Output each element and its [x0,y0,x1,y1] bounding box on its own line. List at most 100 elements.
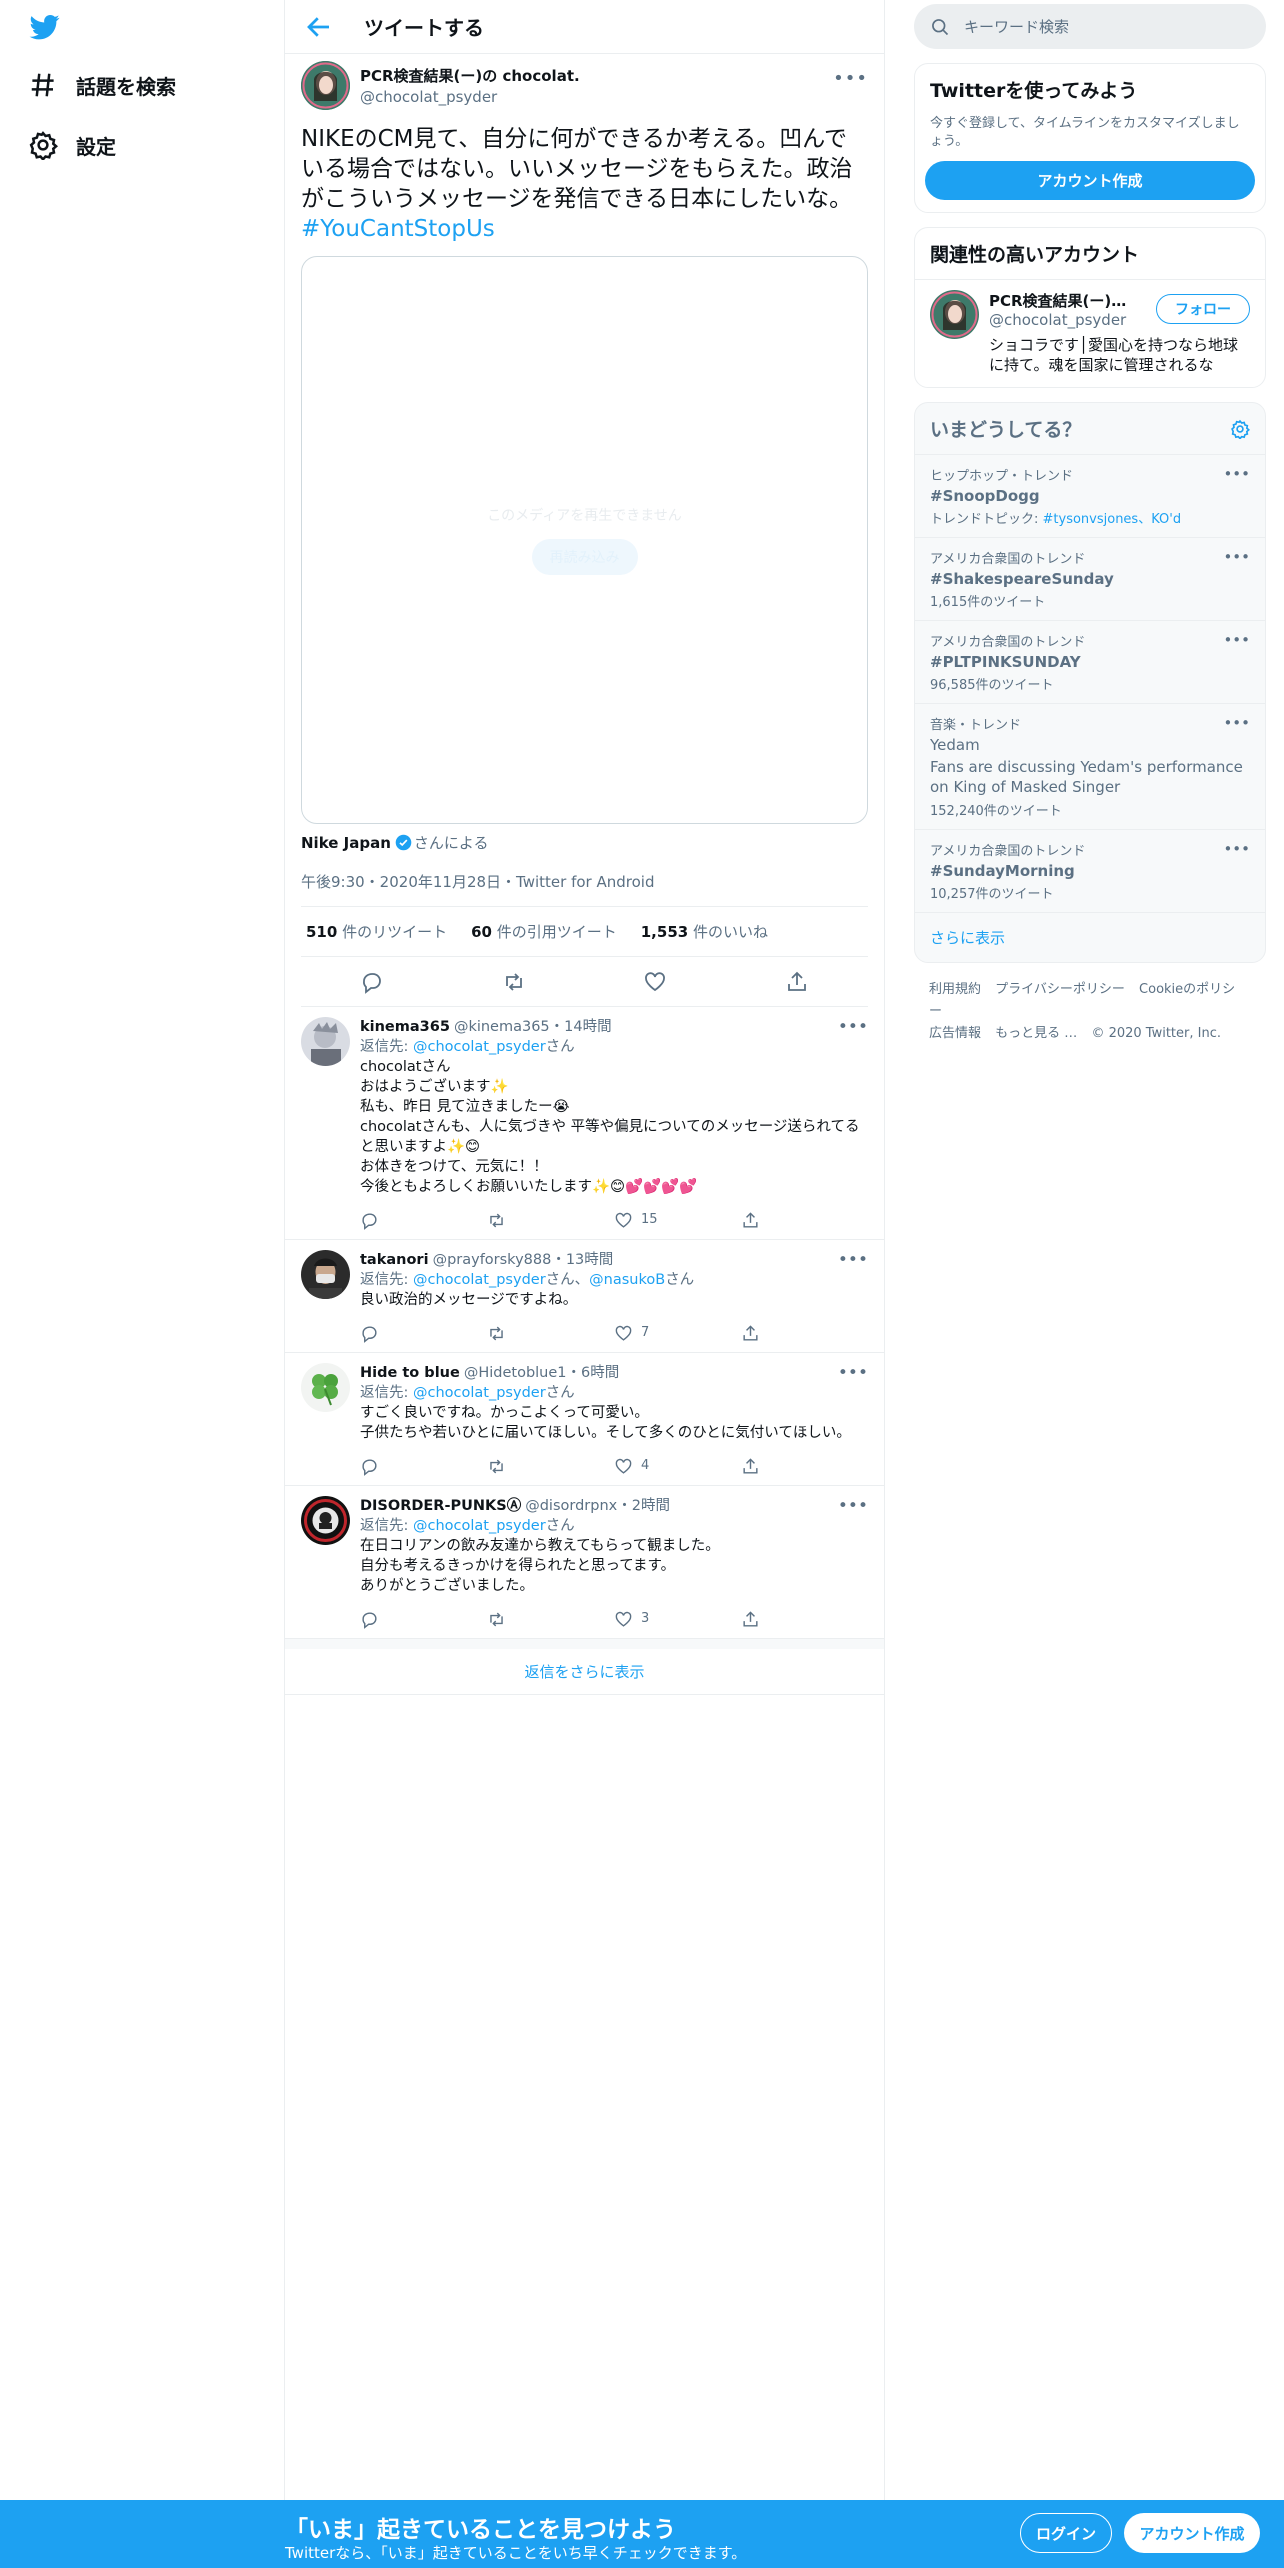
more-options-icon[interactable]: ••• [838,1017,868,1037]
footer-link-terms[interactable]: 利用規約 [929,982,981,997]
more-options-icon[interactable]: ••• [838,1363,868,1383]
media-container[interactable]: このメディアを再生できません 再読み込み [301,256,868,824]
reply-item[interactable]: ••• takanori @prayforsky888 ・13時間 返信先: @ch… [285,1240,884,1353]
like-button[interactable]: 15 [614,1210,741,1230]
footer-link-ads[interactable]: 広告情報 [929,1026,981,1041]
retweet-button[interactable] [487,1324,614,1343]
show-more-replies-link[interactable]: 返信をさらに表示 [285,1639,884,1695]
reply-to-suffix: さん [545,1039,575,1055]
trend-item[interactable]: ••• ヒップホップ・トレンド #SnoopDogg トレンドトピック: #ty… [915,454,1265,537]
share-button[interactable] [741,1610,868,1629]
more-options-icon[interactable]: ••• [1223,840,1250,858]
reply-author-handle[interactable]: @kinema365 [454,1017,550,1037]
nav-explore[interactable]: 話題を検索 [28,60,176,110]
avatar[interactable] [301,60,350,110]
reply-to-link[interactable]: @chocolat_psyder [413,1039,546,1055]
retweet-button[interactable] [487,1610,614,1629]
related-account[interactable]: フォロー PCR検査結果(ー)の chocolat. @chocolat_psy… [915,279,1265,387]
like-count-link[interactable]: 1,553 件のいいね [641,921,768,942]
media-reload-button[interactable]: 再読み込み [531,539,638,575]
share-button[interactable] [741,1211,868,1230]
more-options-icon[interactable]: ••• [1223,465,1250,483]
reply-to-link[interactable]: @chocolat_psyder [413,1272,546,1288]
gear-icon[interactable] [1230,419,1250,439]
author-name[interactable]: PCR検査結果(ー)の chocolat. [360,65,580,86]
retweet-button[interactable] [487,1457,614,1476]
avatar[interactable] [930,290,979,339]
share-button[interactable] [741,1324,868,1343]
nav-settings[interactable]: 設定 [28,120,116,170]
reply-to-prefix: 返信先: [360,1272,413,1288]
promoter-name[interactable]: Nike Japan [301,834,391,852]
reply-icon [362,1458,377,1476]
reply-author-name[interactable]: Hide to blue [360,1363,460,1383]
more-options-icon[interactable]: ••• [1223,631,1250,649]
reply-icon[interactable] [360,970,384,994]
reply-button[interactable] [360,1211,487,1230]
like-count: 15 [641,1212,658,1227]
twitter-logo-icon[interactable] [28,12,64,44]
footer-link-more[interactable]: もっと見る … [995,1026,1077,1041]
reply-author-handle[interactable]: @prayforsky888 [433,1250,552,1270]
like-icon[interactable] [643,970,667,994]
follow-button[interactable]: フォロー [1156,294,1250,324]
reply-to-link[interactable]: @chocolat_psyder [413,1518,546,1534]
reply-item[interactable]: ••• DISORDER-PUNKSⒶ @disordrpnx ・2時間 返信先: … [285,1486,884,1639]
like-button[interactable]: 3 [614,1609,741,1629]
reply-to-link-2[interactable]: @nasukoB [589,1272,665,1288]
reply-author-name[interactable]: kinema365 [360,1017,450,1037]
like-button[interactable]: 7 [614,1323,741,1343]
like-count: 7 [641,1325,650,1340]
reply-item[interactable]: ••• Hide to blue @Hidetoblue1 ・6時間 返信先: @c… [285,1353,884,1486]
hashtag-link[interactable]: #YouCantStopUs [301,216,495,242]
reply-author-handle[interactable]: @disordrpnx [525,1496,617,1516]
like-icon [615,1458,632,1474]
author-handle[interactable]: @chocolat_psyder [360,88,580,106]
more-options-icon[interactable]: ••• [838,1496,868,1516]
trend-item[interactable]: ••• アメリカ合衆国のトレンド #PLTPINKSUNDAY 96,585件の… [915,620,1265,703]
reply-author-name[interactable]: takanori [360,1250,429,1270]
reply-button[interactable] [360,1610,487,1629]
signup-button[interactable]: アカウント作成 [1124,2513,1260,2553]
reply-button[interactable] [360,1457,487,1476]
like-button[interactable]: 4 [614,1456,741,1476]
share-icon[interactable] [785,970,809,994]
reply-author-handle[interactable]: @Hidetoblue1 [464,1363,567,1383]
reply-time[interactable]: ・2時間 [617,1496,670,1516]
reply-to-link[interactable]: @chocolat_psyder [413,1385,546,1401]
more-options-icon[interactable]: ••• [1223,548,1250,566]
reply-time[interactable]: ・14時間 [550,1017,612,1037]
reply-time[interactable]: ・13時間 [551,1250,613,1270]
retweet-icon [490,1612,503,1626]
avatar[interactable] [301,1017,350,1066]
avatar[interactable] [301,1363,350,1412]
reply-item[interactable]: ••• kinema365 @kinema365 ・14時間 返信先: @choco… [285,1007,884,1240]
reply-button[interactable] [360,1324,487,1343]
more-options-icon[interactable]: ••• [833,68,868,89]
retweet-count-link[interactable]: 510 件のリツイート [306,921,447,942]
trend-item[interactable]: ••• アメリカ合衆国のトレンド #SundayMorning 10,257件の… [915,829,1265,912]
like-icon [615,1611,632,1627]
trend-item[interactable]: ••• 音楽・トレンド Yedam Fans are discussing Ye… [915,703,1265,829]
related-name[interactable]: PCR検査結果(ー)の chocolat. [989,290,1139,311]
retweet-button[interactable] [487,1211,614,1230]
share-button[interactable] [741,1457,868,1476]
reply-time[interactable]: ・6時間 [567,1363,620,1383]
reply-author-name[interactable]: DISORDER-PUNKSⒶ [360,1496,521,1516]
back-arrow-icon[interactable] [304,12,334,42]
retweet-icon[interactable] [502,970,526,994]
quote-count-link[interactable]: 60 件の引用ツイート [471,921,617,942]
avatar[interactable] [301,1496,350,1545]
avatar[interactable] [301,1250,350,1299]
login-button[interactable]: ログイン [1020,2513,1112,2553]
trend-count: 1,615件のツイート [930,595,1046,610]
trend-topic[interactable]: #tysonvsjones、KO'd [1043,512,1182,527]
tweet-timestamp[interactable]: 午後9:30・2020年11月28日・Twitter for Android [301,867,868,907]
more-options-icon[interactable]: ••• [838,1250,868,1270]
trends-show-more-link[interactable]: さらに表示 [915,912,1265,962]
create-account-button[interactable]: アカウント作成 [925,161,1255,200]
more-options-icon[interactable]: ••• [1223,714,1250,732]
trend-item[interactable]: ••• アメリカ合衆国のトレンド #ShakespeareSunday 1,61… [915,537,1265,620]
footer-link-privacy[interactable]: プライバシーポリシー [995,982,1125,997]
search-input[interactable]: キーワード検索 [914,4,1266,49]
